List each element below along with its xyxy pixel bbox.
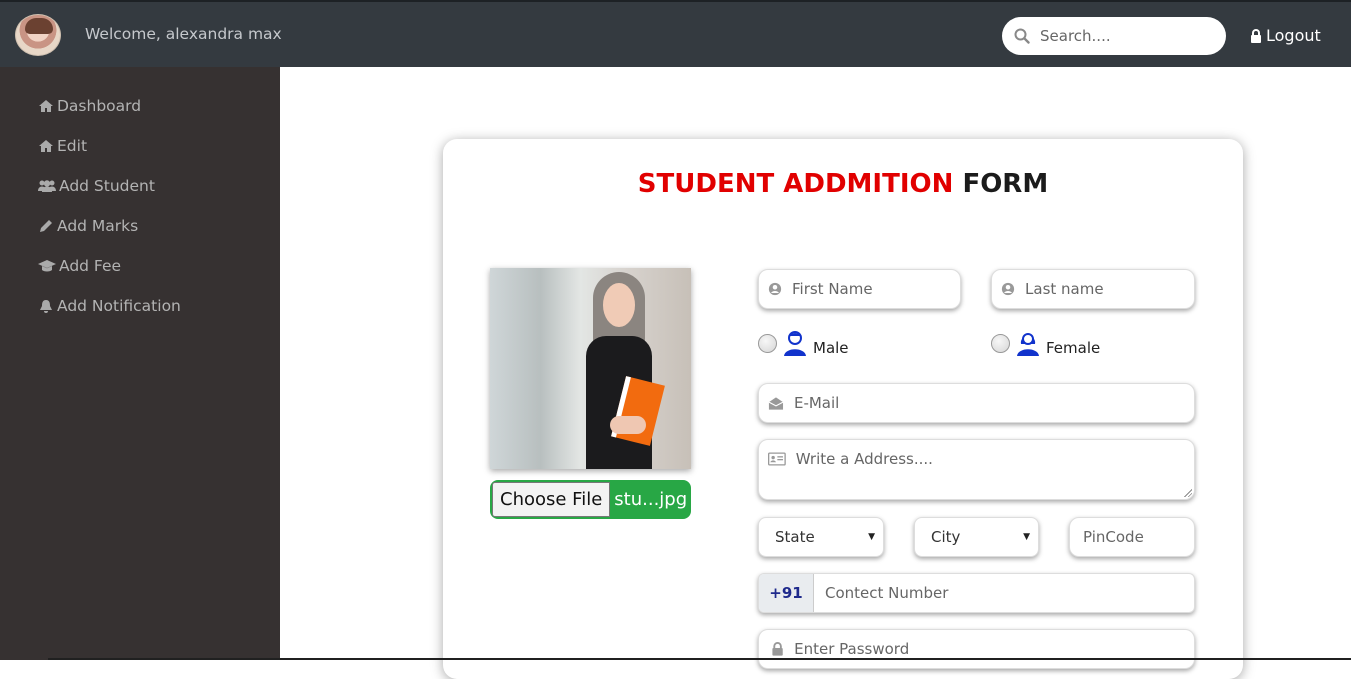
caret-down-icon: ▼: [868, 532, 875, 542]
first-name-field[interactable]: [758, 269, 961, 309]
first-name-input[interactable]: [792, 280, 960, 298]
user-circle-icon: [1001, 282, 1015, 296]
sidebar-item-label: Add Notification: [57, 297, 181, 315]
users-icon: [38, 180, 56, 192]
phone-input[interactable]: [825, 584, 1145, 602]
search-input[interactable]: [1040, 27, 1210, 45]
welcome-text: Welcome, alexandra max: [85, 25, 282, 43]
address-field[interactable]: [758, 439, 1195, 500]
search-icon: [1014, 28, 1030, 44]
female-radio[interactable]: [991, 333, 1010, 353]
student-admission-form: STUDENT ADDMITION FORM Choose File stu..…: [443, 139, 1243, 679]
state-select[interactable]: State ▼: [758, 517, 884, 557]
lock-icon: [772, 642, 783, 656]
address-card-icon: [768, 452, 786, 466]
city-select[interactable]: City ▼: [914, 517, 1039, 557]
sidebar-item-add-fee[interactable]: Add Fee: [38, 257, 121, 275]
envelope-open-icon: [768, 396, 784, 410]
male-radio[interactable]: [758, 333, 777, 353]
state-select-value: State: [775, 528, 815, 546]
sidebar-item-label: Add Student: [59, 177, 155, 195]
sidebar-item-add-notification[interactable]: Add Notification: [38, 297, 181, 315]
form-title: STUDENT ADDMITION FORM: [443, 169, 1243, 199]
home-icon: [39, 140, 53, 152]
sidebar-item-label: Add Marks: [57, 217, 139, 235]
gender-female-option[interactable]: Female: [991, 329, 1100, 357]
search-box[interactable]: [1002, 17, 1226, 55]
choose-file-button[interactable]: Choose File: [492, 482, 611, 517]
sidebar-item-edit[interactable]: Edit: [38, 137, 87, 155]
sidebar: Dashboard Edit Add Student Add Marks Add…: [0, 67, 280, 660]
file-upload-button[interactable]: Choose File stu...jpg: [490, 480, 691, 519]
bell-icon: [40, 299, 52, 313]
pincode-input[interactable]: [1083, 528, 1194, 546]
sidebar-item-label: Edit: [57, 137, 88, 155]
city-select-value: City: [931, 528, 961, 546]
pencil-icon: [40, 220, 52, 232]
logout-label: Logout: [1266, 26, 1321, 45]
form-title-highlight: STUDENT ADDMITION: [637, 169, 954, 199]
password-input[interactable]: [794, 640, 1194, 658]
country-code: +91: [759, 574, 814, 612]
sidebar-item-add-marks[interactable]: Add Marks: [38, 217, 138, 235]
phone-field[interactable]: +91: [758, 573, 1195, 613]
email-input[interactable]: [793, 394, 1194, 412]
avatar[interactable]: [15, 14, 61, 56]
male-user-icon: [784, 331, 806, 356]
top-navbar: Welcome, alexandra max Logout: [0, 0, 1351, 67]
form-title-suffix: FORM: [962, 169, 1049, 199]
email-field[interactable]: [758, 383, 1195, 423]
last-name-input[interactable]: [1025, 280, 1194, 298]
password-field[interactable]: [758, 629, 1195, 669]
female-label: Female: [1046, 339, 1101, 357]
pincode-field[interactable]: [1069, 517, 1195, 557]
user-circle-icon: [768, 282, 782, 296]
male-label: Male: [813, 339, 849, 357]
female-user-icon: [1017, 333, 1039, 356]
last-name-field[interactable]: [991, 269, 1195, 309]
caret-down-icon: ▼: [1023, 532, 1030, 542]
file-name: stu...jpg: [614, 489, 688, 510]
graduation-cap-icon: [38, 260, 56, 272]
lock-icon: [1251, 28, 1261, 43]
home-icon: [39, 100, 53, 112]
resize-handle[interactable]: [1184, 489, 1192, 497]
sidebar-item-label: Dashboard: [57, 97, 142, 115]
sidebar-item-label: Add Fee: [59, 257, 122, 275]
sidebar-item-dashboard[interactable]: Dashboard: [38, 97, 141, 115]
student-photo: [490, 268, 691, 469]
address-textarea[interactable]: [795, 450, 1194, 490]
sidebar-item-add-student[interactable]: Add Student: [38, 177, 155, 195]
logout-button[interactable]: Logout: [1250, 26, 1321, 45]
gender-male-option[interactable]: Male: [758, 329, 849, 357]
